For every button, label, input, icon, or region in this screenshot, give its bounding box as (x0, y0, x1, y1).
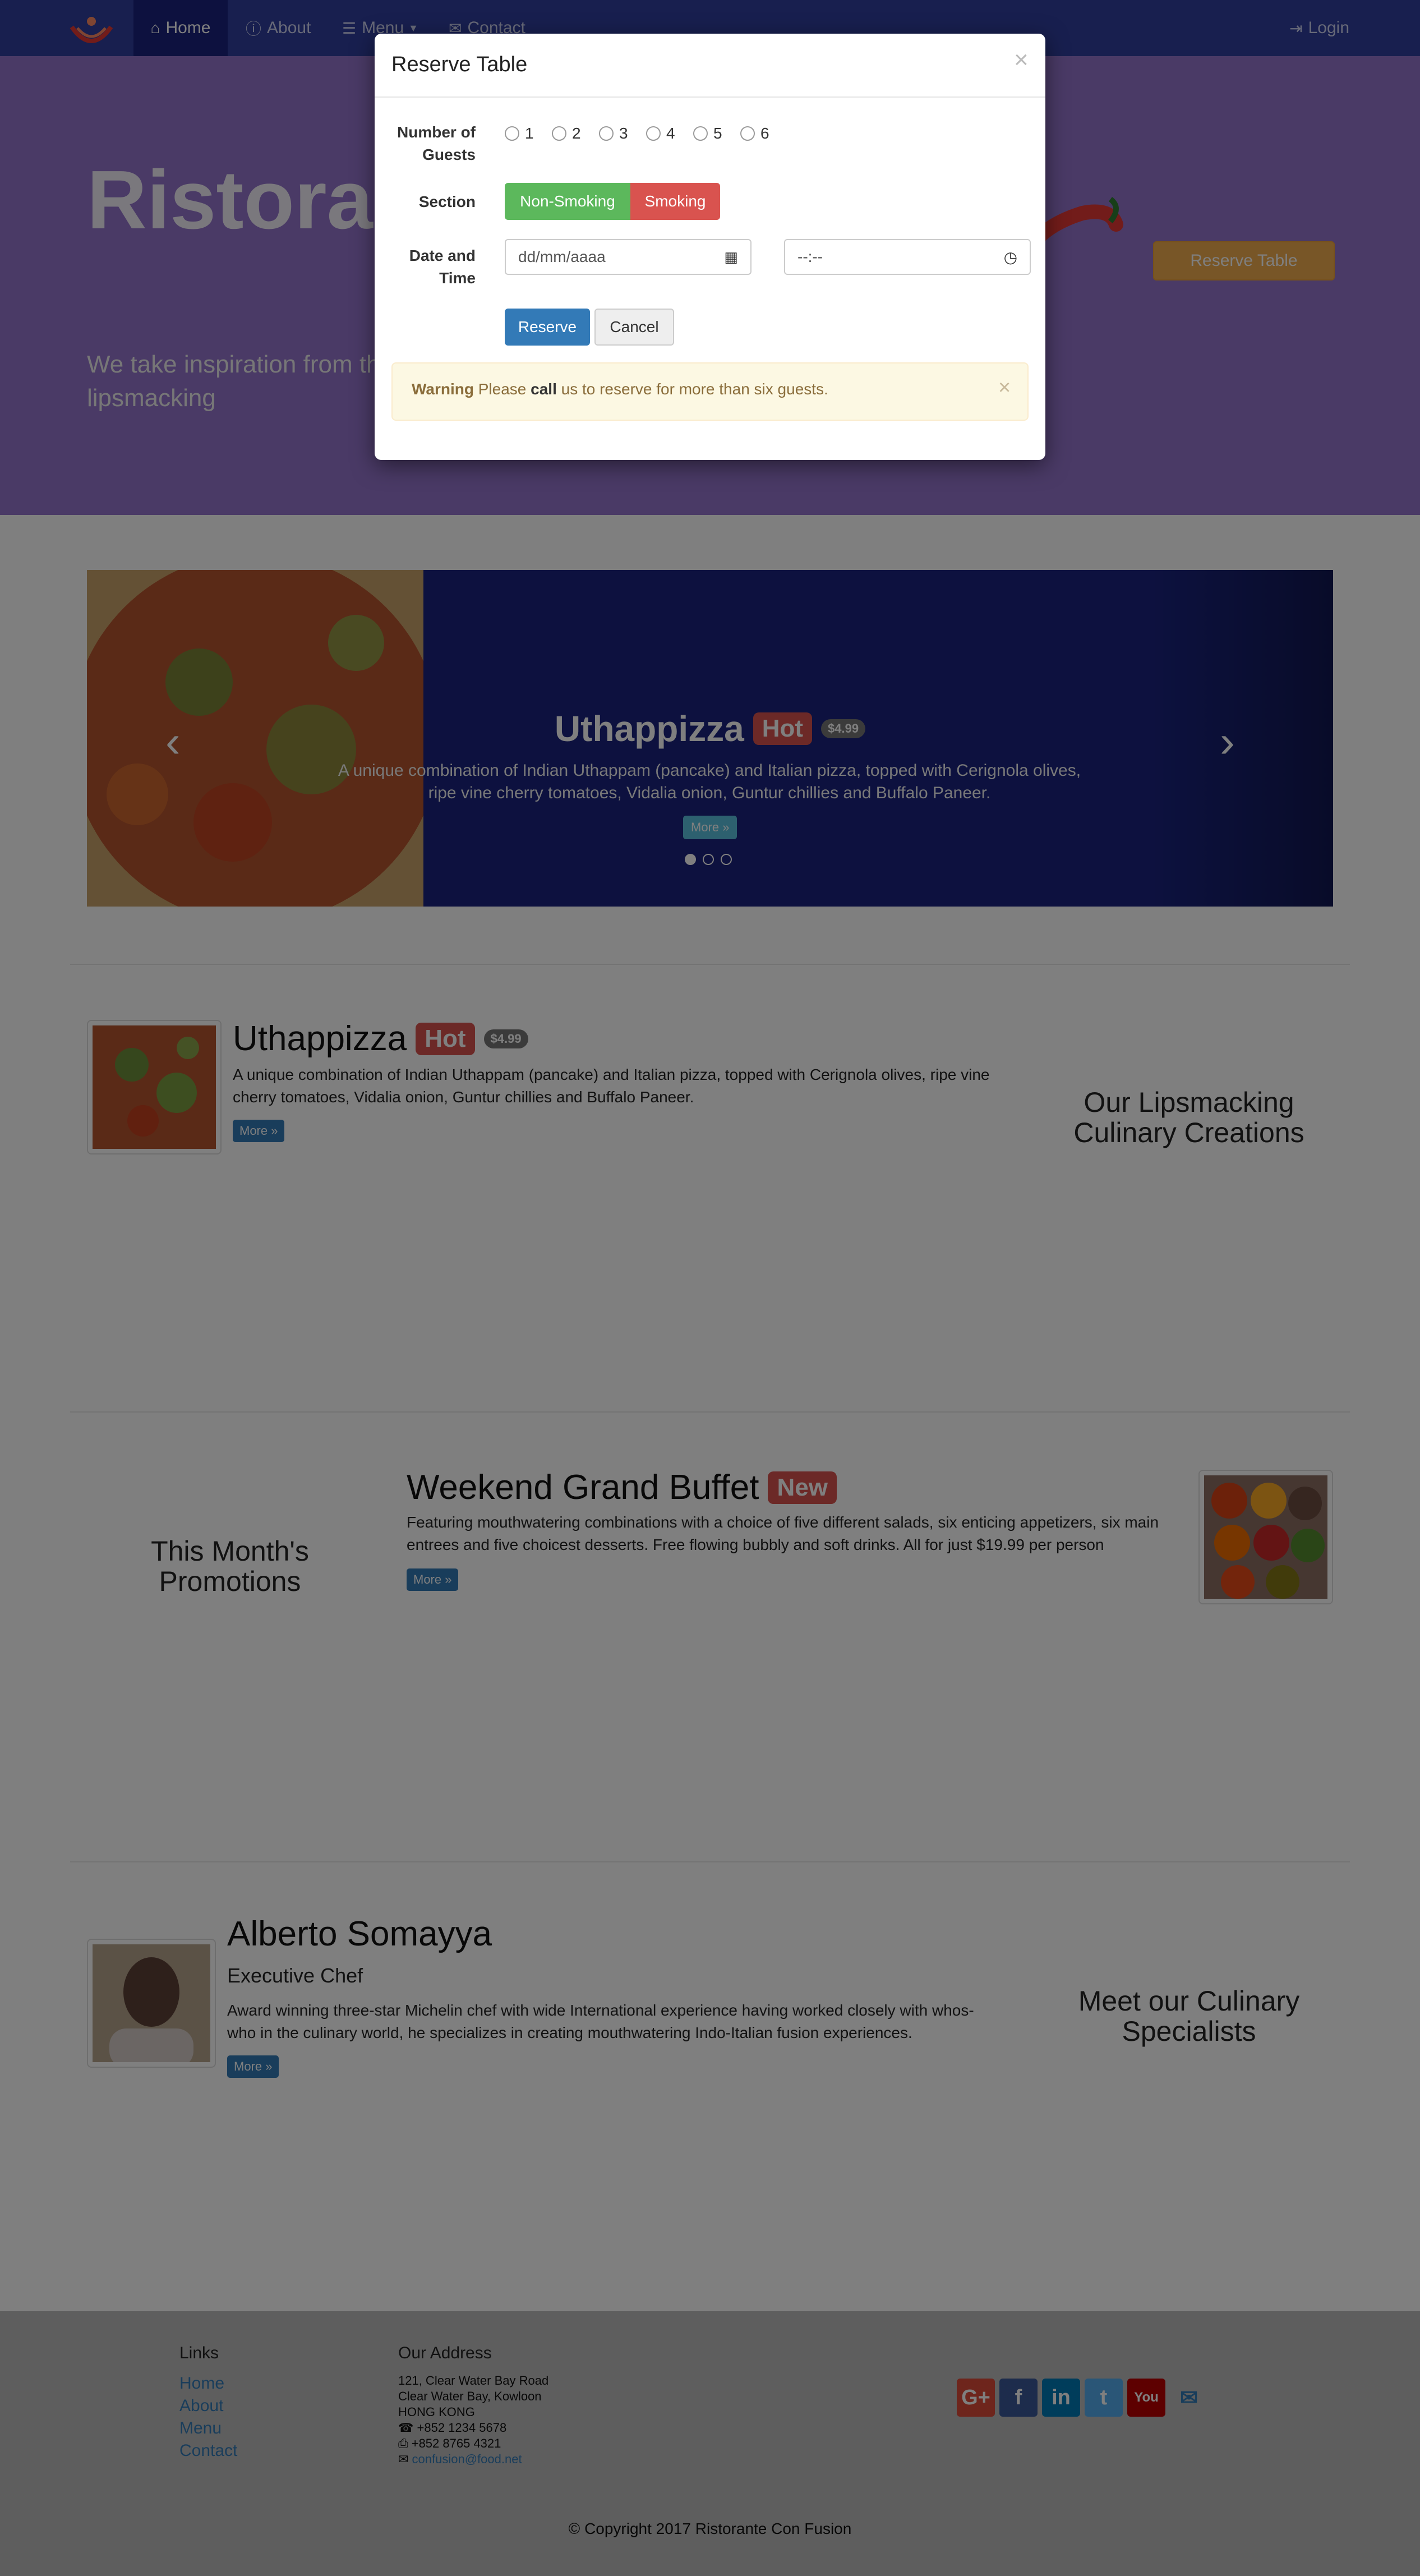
guests-radio-5[interactable]: 5 (693, 125, 722, 142)
guests-radio-4[interactable]: 4 (646, 125, 675, 142)
radio-circle (740, 126, 755, 141)
guests-radio-2[interactable]: 2 (552, 125, 581, 142)
warning-alert: Warning Please call us to reserve for mo… (391, 362, 1029, 421)
modal-title: Reserve Table (391, 53, 528, 76)
guests-radio-6[interactable]: 6 (740, 125, 769, 142)
smoking-button[interactable]: Smoking (630, 183, 720, 220)
clock-icon: ◷ (1003, 248, 1017, 266)
guests-radio-1[interactable]: 1 (505, 125, 534, 142)
warning-post: us to reserve for more than six guests. (561, 380, 828, 398)
reserve-button[interactable]: Reserve (505, 309, 590, 346)
radio-circle (552, 126, 566, 141)
datetime-label: Date and Time (409, 247, 476, 287)
non-smoking-button[interactable]: Non-Smoking (505, 183, 630, 220)
warning-text: Warning Please call us to reserve for mo… (412, 380, 828, 398)
warning-call: call (531, 380, 557, 398)
section-label: Section (418, 193, 476, 210)
date-placeholder: dd/mm/aaaa (518, 248, 606, 265)
cancel-button[interactable]: Cancel (594, 309, 674, 346)
modal-close-button[interactable]: × (1014, 46, 1029, 74)
radio-circle (693, 126, 708, 141)
warning-pre: Please (478, 380, 527, 398)
radio-circle (646, 126, 661, 141)
warning-strong: Warning (412, 380, 474, 398)
guests-radio-3[interactable]: 3 (599, 125, 628, 142)
calendar-icon: ▦ (724, 248, 738, 265)
time-input[interactable]: --:-- ◷ (784, 239, 1031, 275)
time-placeholder: --:-- (797, 248, 823, 265)
reserve-modal: Reserve Table × Number of Guests 1 2 3 4… (375, 34, 1045, 460)
warning-close-button[interactable]: × (998, 376, 1011, 400)
radio-circle (599, 126, 614, 141)
radio-circle (505, 126, 519, 141)
guests-label: Number of Guests (397, 123, 476, 163)
date-input[interactable]: dd/mm/aaaa ▦ (505, 239, 752, 275)
modal-header-divider (375, 96, 1045, 98)
